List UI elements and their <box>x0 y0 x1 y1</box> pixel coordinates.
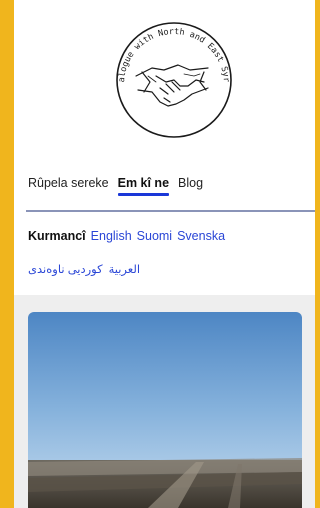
site-logo[interactable]: Dialogue with North and East Syria <box>101 3 244 150</box>
language-switcher-rtl: العربية کوردیی ناوەندی <box>28 262 140 276</box>
language-link-svenska[interactable]: Svenska <box>177 229 225 243</box>
language-link-sorani[interactable]: کوردیی ناوەندی <box>28 262 103 276</box>
main-nav: Rûpela sereke Em kî ne Blog <box>28 176 203 196</box>
language-link-suomi[interactable]: Suomi <box>137 229 172 243</box>
nav-item-about[interactable]: Em kî ne <box>117 176 170 196</box>
language-current: Kurmancî <box>28 229 86 243</box>
language-link-arabic[interactable]: العربية <box>109 262 140 276</box>
language-switcher: Kurmancî English Suomi Svenska <box>28 229 225 243</box>
nav-divider <box>26 210 315 212</box>
nav-item-blog[interactable]: Blog <box>178 176 203 190</box>
landscape-photo <box>28 312 302 508</box>
page: Dialogue with North and East Syria Rûpel… <box>14 0 315 508</box>
hero-image[interactable] <box>28 312 302 508</box>
nav-item-home[interactable]: Rûpela sereke <box>28 176 109 190</box>
language-link-english[interactable]: English <box>91 229 132 243</box>
